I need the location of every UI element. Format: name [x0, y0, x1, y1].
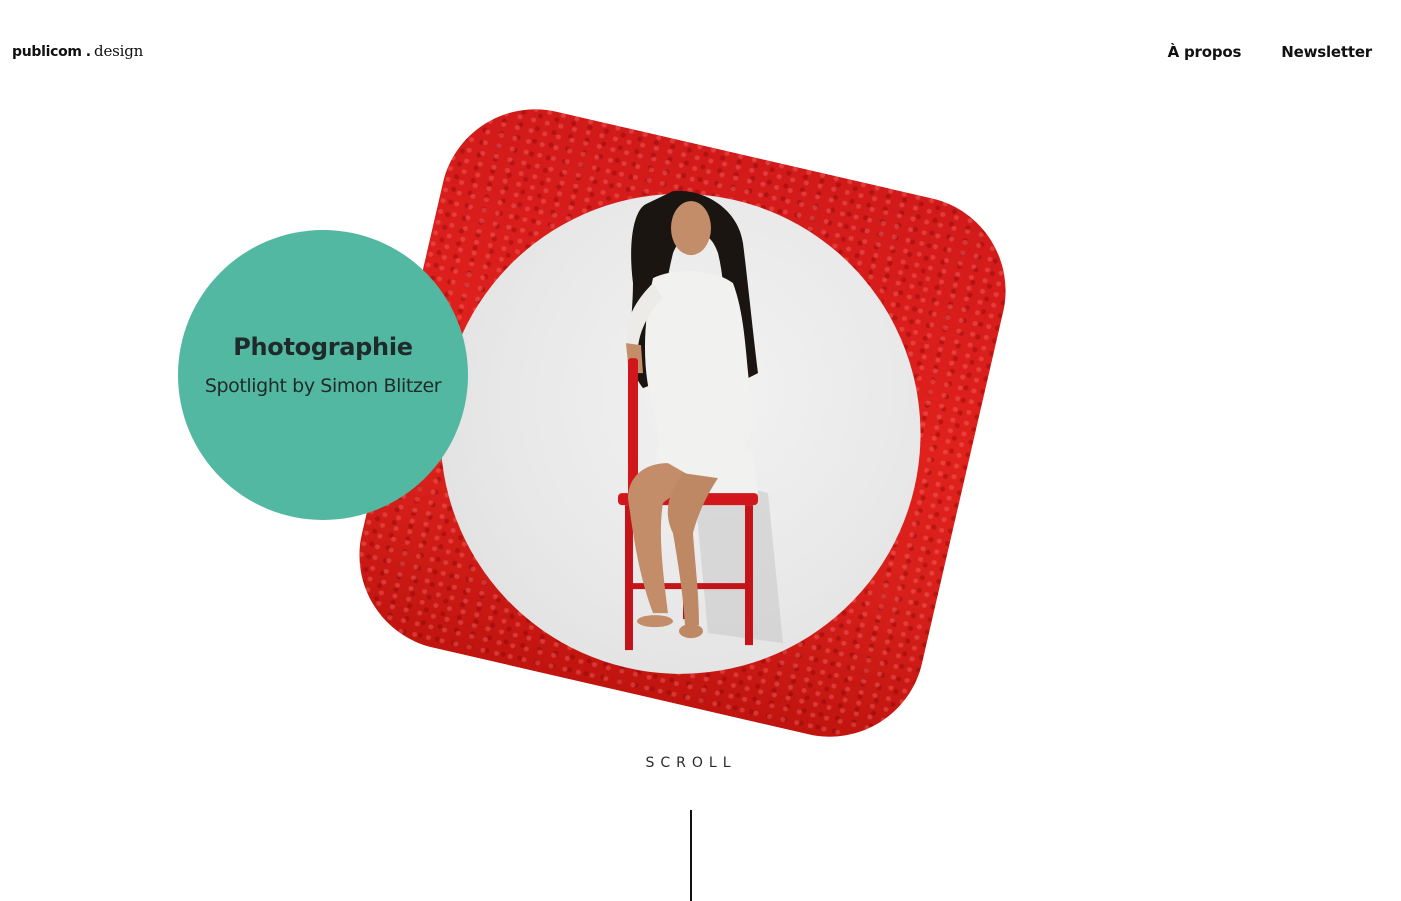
logo-suffix: design	[94, 42, 144, 60]
site-logo[interactable]: publicom . design	[12, 42, 143, 60]
nav-link-about[interactable]: À propos	[1168, 43, 1242, 61]
category-badge[interactable]: Photographie Spotlight by Simon Blitzer	[178, 230, 468, 520]
logo-wordmark: publicom	[12, 44, 82, 60]
scroll-indicator-line	[690, 810, 692, 901]
category-title: Photographie	[233, 333, 413, 361]
nav-link-newsletter[interactable]: Newsletter	[1281, 43, 1372, 61]
page: publicom . design À propos Newsletter Ph…	[0, 0, 1401, 901]
category-subtitle: Spotlight by Simon Blitzer	[204, 375, 442, 397]
scroll-label[interactable]: SCROLL	[0, 755, 1382, 771]
main-nav: À propos Newsletter	[1168, 43, 1373, 61]
seated-woman-figure	[617, 190, 783, 650]
logo-dot: .	[85, 44, 92, 60]
